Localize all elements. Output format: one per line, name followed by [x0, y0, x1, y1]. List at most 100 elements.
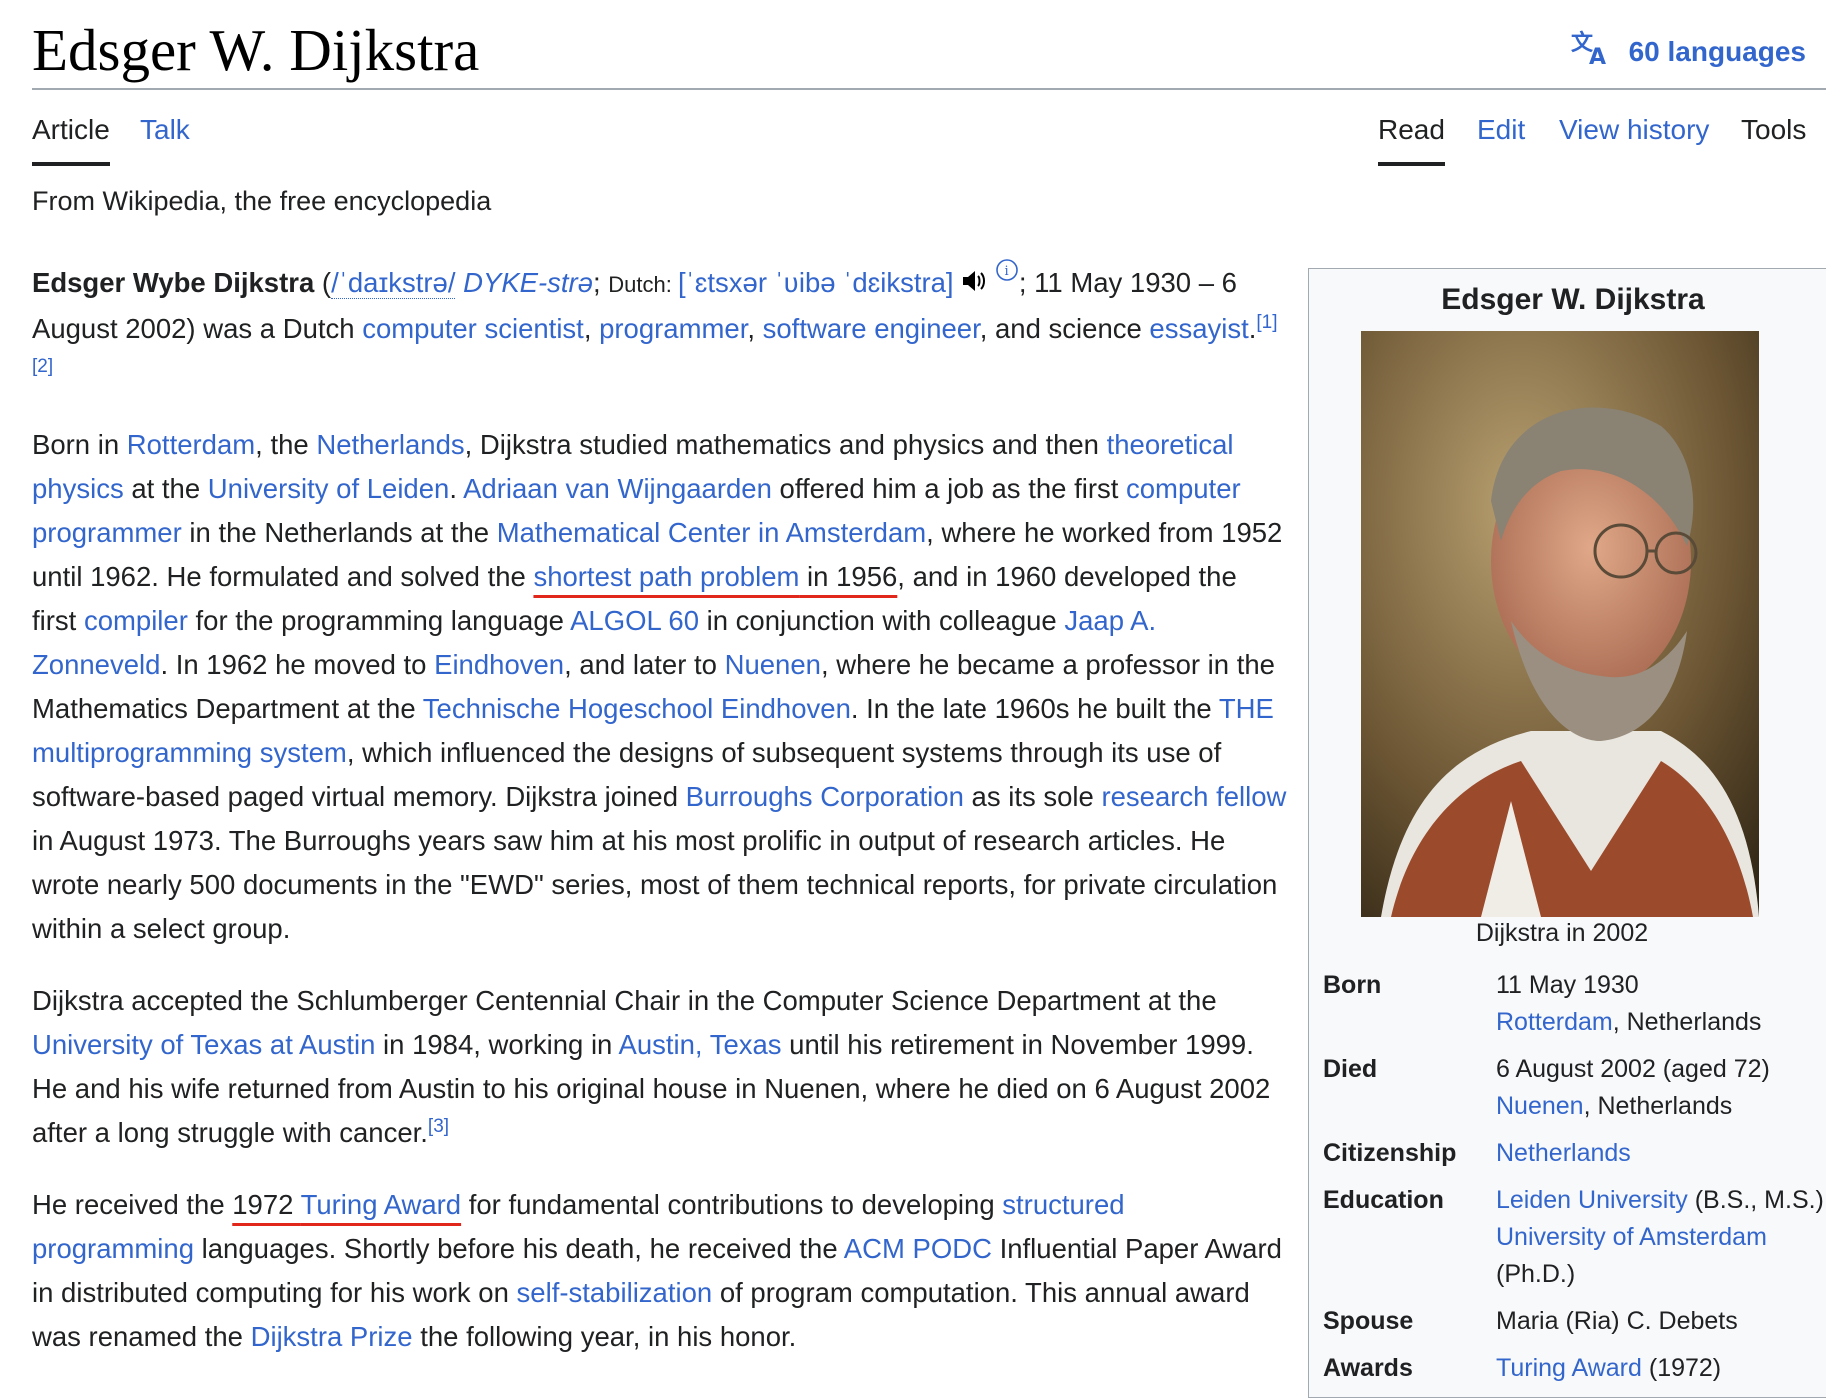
text-run: offered him a job as the first — [771, 473, 1127, 505]
inline-link[interactable]: Eindhoven — [434, 649, 564, 680]
infobox-value: Netherlands — [1496, 1129, 1826, 1176]
infobox-value: 11 May 1930 Rotterdam, Netherlands — [1496, 961, 1826, 1045]
tab-talk[interactable]: Talk — [140, 112, 190, 162]
link-programmer[interactable]: programmer — [599, 313, 747, 344]
article-body: Edsger Wybe Dijkstra (/ˈdaɪkstrə/ DYKE-s… — [32, 258, 1287, 1387]
tab-edit[interactable]: Edit — [1477, 112, 1525, 162]
text-run: ( — [321, 267, 332, 299]
text-run: Born in — [32, 429, 127, 461]
text-run: for the programming language — [187, 605, 571, 637]
link-computer-scientist[interactable]: computer scientist — [362, 313, 584, 344]
link-essayist[interactable]: essayist — [1149, 313, 1248, 344]
inline-link[interactable]: Netherlands — [1496, 1139, 1631, 1167]
infobox: Edsger W. Dijkstra Dijkstra in 2002 Born… — [1308, 268, 1826, 1398]
inline-link[interactable]: ACM PODC — [844, 1233, 992, 1264]
text-run: , Netherlands — [1612, 1008, 1762, 1036]
reference-link[interactable]: [3] — [428, 1116, 449, 1137]
ipa-english-link[interactable]: /ˈdaɪkstrə/ — [331, 267, 456, 300]
text-run: . In the late 1960s he built the — [850, 693, 1219, 725]
text-run: in August 1973. The Burroughs years saw … — [32, 825, 1278, 945]
infobox-label: Citizenship — [1323, 1139, 1457, 1167]
inline-link[interactable]: research fellow — [1101, 781, 1286, 812]
text-run: for fundamental contributions to develop… — [461, 1189, 1003, 1221]
inline-link[interactable]: University of Texas at Austin — [32, 1029, 375, 1060]
inline-link[interactable]: ALGOL 60 — [570, 605, 699, 636]
inline-link[interactable]: shortest path problem — [533, 561, 799, 592]
respelling-link[interactable]: DYKE-strə — [463, 267, 593, 298]
inline-link[interactable]: Burroughs Corporation — [686, 781, 964, 812]
paragraph-early-career: Born in Rotterdam, the Netherlands, Dijk… — [32, 423, 1287, 951]
inline-link[interactable]: Nuenen — [1496, 1092, 1584, 1120]
inline-link[interactable]: Nuenen — [725, 649, 821, 680]
text-run: (Ph.D.) — [1496, 1260, 1576, 1288]
inline-link[interactable]: Leiden University — [1496, 1186, 1688, 1214]
photo-caption: Dijkstra in 2002 — [1475, 919, 1649, 947]
site-tagline: From Wikipedia, the free encyclopedia — [32, 186, 492, 216]
page-title: Edsger W. Dijkstra — [32, 17, 480, 83]
inline-link[interactable]: Austin, Texas — [618, 1029, 781, 1060]
inline-link[interactable]: University of Leiden — [208, 473, 450, 504]
inline-link[interactable]: Mathematical Center in Amsterdam — [497, 517, 926, 548]
info-icon[interactable]: i — [995, 258, 1019, 305]
inline-link[interactable]: Technische Hogeschool Eindhoven — [423, 693, 851, 724]
lead-paragraph: Edsger Wybe Dijkstra (/ˈdaɪkstrə/ DYKE-s… — [32, 258, 1287, 395]
tab-tools[interactable]: Tools — [1741, 112, 1806, 162]
text-run: . — [449, 473, 464, 505]
title-divider — [32, 88, 1826, 90]
text-run: the following year, in his honor. — [412, 1321, 797, 1353]
text-run: as its sole — [963, 781, 1102, 813]
text-run: , Netherlands — [1583, 1092, 1733, 1120]
inline-link[interactable]: Turing Award — [1496, 1354, 1642, 1382]
infobox-value: 6 August 2002 (aged 72) Nuenen, Netherlan… — [1496, 1045, 1826, 1129]
ipa-dutch-link[interactable]: [ˈɛtsxər ˈʋibə ˈdɛikstra] — [678, 267, 954, 298]
link-software-engineer[interactable]: software engineer — [763, 313, 980, 344]
text-run: He received the — [32, 1189, 233, 1221]
svg-text:i: i — [1004, 264, 1008, 279]
infobox-table: Born 11 May 1930 Rotterdam, Netherlands Die… — [1323, 961, 1826, 1391]
portrait-photo[interactable] — [1361, 331, 1759, 917]
text-run: 6 August 2002 (aged 72) — [1496, 1055, 1770, 1083]
paragraph-texas: Dijkstra accepted the Schlumberger Cente… — [32, 979, 1287, 1155]
infobox-row: Spouse Maria (Ria) C. Debets — [1323, 1297, 1826, 1344]
inline-link[interactable]: Rotterdam — [127, 429, 255, 460]
infobox-label: Spouse — [1323, 1307, 1414, 1335]
translate-icon: 文 A — [1571, 28, 1611, 75]
tab-read[interactable]: Read — [1378, 112, 1445, 166]
text-run: in the Netherlands at the — [181, 517, 497, 549]
inline-link[interactable]: Adriaan van Wijngaarden — [463, 473, 772, 504]
text-run: Maria (Ria) C. Debets — [1496, 1307, 1738, 1335]
inline-link[interactable]: self-stabilization — [517, 1277, 713, 1308]
text-run: (B.S., M.S.) — [1687, 1186, 1824, 1214]
languages-button[interactable]: 文 A 60 languages — [1571, 28, 1806, 75]
infobox-row: Citizenship Netherlands — [1323, 1129, 1826, 1176]
text-run: in conjunction with colleague — [698, 605, 1065, 637]
text-run: in 1956 — [799, 561, 898, 593]
speaker-icon[interactable] — [961, 261, 987, 305]
text-run: in 1984, working in — [375, 1029, 619, 1061]
infobox-label: Education — [1323, 1186, 1444, 1214]
infobox-value: Maria (Ria) C. Debets — [1496, 1297, 1826, 1344]
inline-link[interactable]: Netherlands — [316, 429, 464, 460]
inline-link[interactable]: Rotterdam — [1496, 1008, 1613, 1036]
text-run: (1972) — [1641, 1354, 1722, 1382]
paragraph-awards: He received the 1972 Turing Award for fu… — [32, 1183, 1287, 1359]
inline-link[interactable]: University of Amsterdam — [1496, 1223, 1767, 1251]
text-run: , and science — [979, 313, 1150, 345]
inline-link[interactable]: compiler — [84, 605, 188, 636]
infobox-value: Leiden University (B.S., M.S.) University… — [1496, 1176, 1826, 1297]
inline-link[interactable]: Turing Award — [301, 1189, 462, 1220]
text-run: , Dijkstra studied mathematics and physi… — [464, 429, 1107, 461]
tab-article[interactable]: Article — [32, 112, 110, 166]
dutch-label: Dutch: — [608, 272, 678, 298]
infobox-title: Edsger W. Dijkstra — [1441, 283, 1705, 316]
text-run: languages. Shortly before his death, he … — [194, 1233, 844, 1265]
text-run: at the — [123, 473, 208, 505]
svg-text:A: A — [1589, 45, 1606, 68]
tab-view-history[interactable]: View history — [1559, 112, 1709, 162]
text-run: , the — [255, 429, 317, 461]
wikipedia-page: Edsger W. Dijkstra 文 A 60 languages Arti… — [0, 0, 1826, 1398]
infobox-label: Born — [1323, 971, 1382, 999]
text-run: , and later to — [564, 649, 725, 681]
inline-link[interactable]: Dijkstra Prize — [251, 1321, 413, 1352]
infobox-row: Died 6 August 2002 (aged 72) Nuenen, Nethe… — [1323, 1045, 1826, 1129]
